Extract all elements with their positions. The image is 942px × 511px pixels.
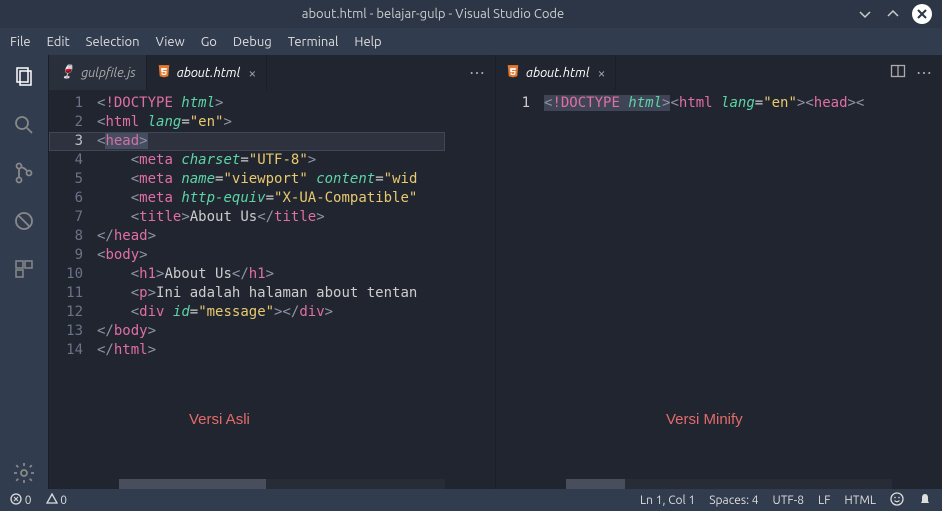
- editor-group-right: about.html × ⋯ 1 <!DOCTYPE html><html la…: [495, 55, 942, 489]
- annotation-right: Versi Minify: [666, 410, 743, 429]
- code-editor-left[interactable]: 1234567891011121314 <!DOCTYPE html><html…: [49, 90, 495, 489]
- html5-icon: [506, 64, 520, 81]
- scrollbar-thumb[interactable]: [566, 479, 625, 489]
- tab-label: about.html: [526, 66, 590, 80]
- menu-edit[interactable]: Edit: [47, 35, 70, 49]
- minimap[interactable]: [445, 90, 495, 489]
- status-errors[interactable]: 0: [10, 493, 32, 507]
- status-ln-col[interactable]: Ln 1, Col 1: [640, 494, 695, 507]
- debug-icon[interactable]: [12, 209, 36, 237]
- tab-label: gulpfile.js: [81, 66, 136, 80]
- tab-bar-left: 🍷 gulpfile.js about.html × ⋯: [49, 55, 495, 90]
- code-content: <!DOCTYPE html><html lang="en"><head> <m…: [97, 94, 495, 489]
- split-editor-icon[interactable]: [890, 63, 906, 83]
- tab-bar-right: about.html × ⋯: [496, 55, 942, 90]
- scrollbar-thumb[interactable]: [119, 479, 266, 489]
- status-bar: 0 0 Ln 1, Col 1 Spaces: 4 UTF-8 LF HTML: [0, 489, 942, 511]
- source-control-icon[interactable]: [12, 161, 36, 189]
- window-controls: [856, 4, 932, 24]
- more-actions-icon[interactable]: ⋯: [916, 63, 932, 83]
- menu-help[interactable]: Help: [354, 35, 381, 49]
- annotation-left: Versi Asli: [189, 410, 250, 429]
- main: 🍷 gulpfile.js about.html × ⋯ 12345678910…: [0, 55, 942, 489]
- close-button[interactable]: [912, 4, 932, 24]
- menubar: File Edit Selection View Go Debug Termin…: [0, 28, 942, 55]
- status-spaces[interactable]: Spaces: 4: [709, 494, 758, 507]
- status-encoding[interactable]: UTF-8: [773, 494, 804, 507]
- code-content: <!DOCTYPE html><html lang="en"><head><: [544, 94, 942, 489]
- search-icon[interactable]: [12, 113, 36, 141]
- explorer-icon[interactable]: [12, 65, 36, 93]
- settings-icon[interactable]: [12, 461, 36, 489]
- menu-go[interactable]: Go: [201, 35, 217, 49]
- status-warnings[interactable]: 0: [46, 493, 68, 507]
- minimize-button[interactable]: [856, 5, 874, 23]
- tab-about-html-left[interactable]: about.html ×: [147, 55, 267, 90]
- window-title: about.html - belajar-gulp - Visual Studi…: [10, 7, 856, 21]
- code-editor-right[interactable]: 1 <!DOCTYPE html><html lang="en"><head><…: [496, 90, 942, 489]
- line-gutter: 1234567891011121314: [49, 94, 97, 489]
- tab-label: about.html: [177, 66, 241, 80]
- activity-bar: [0, 55, 48, 489]
- menu-debug[interactable]: Debug: [233, 35, 272, 49]
- tab-about-html-right[interactable]: about.html ×: [496, 55, 616, 90]
- more-actions-icon[interactable]: ⋯: [469, 63, 485, 82]
- status-bell-icon[interactable]: [918, 492, 932, 509]
- titlebar: about.html - belajar-gulp - Visual Studi…: [0, 0, 942, 28]
- line-gutter: 1: [496, 94, 544, 489]
- menu-terminal[interactable]: Terminal: [288, 35, 339, 49]
- menu-view[interactable]: View: [156, 35, 185, 49]
- menu-selection[interactable]: Selection: [86, 35, 140, 49]
- status-feedback-icon[interactable]: [890, 492, 904, 509]
- editor-group-left: 🍷 gulpfile.js about.html × ⋯ 12345678910…: [48, 55, 495, 489]
- tab-close-icon[interactable]: ×: [598, 65, 606, 81]
- tab-gulpfile[interactable]: 🍷 gulpfile.js: [49, 55, 147, 90]
- maximize-button[interactable]: [884, 5, 902, 23]
- menu-file[interactable]: File: [10, 35, 31, 49]
- status-lang[interactable]: HTML: [844, 494, 876, 507]
- html5-icon: [157, 64, 171, 81]
- status-eol[interactable]: LF: [818, 494, 830, 507]
- extensions-icon[interactable]: [12, 257, 36, 285]
- scrollbar-horizontal[interactable]: [119, 479, 445, 489]
- gulp-icon: 🍷: [59, 65, 75, 80]
- scrollbar-horizontal[interactable]: [566, 479, 892, 489]
- tab-close-icon[interactable]: ×: [248, 65, 256, 81]
